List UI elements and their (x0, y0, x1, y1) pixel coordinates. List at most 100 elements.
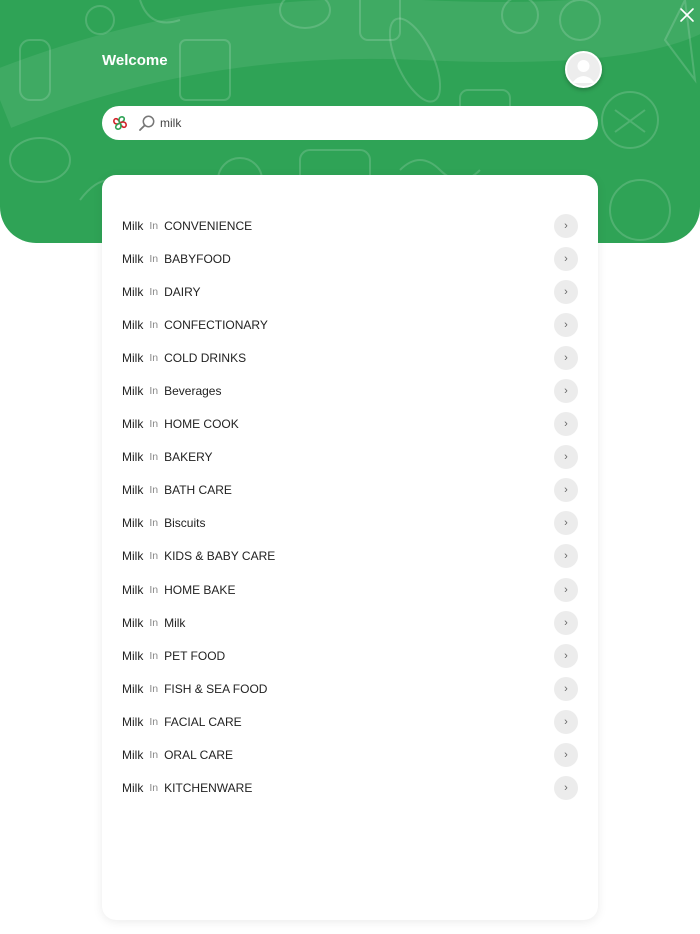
suggestion-item[interactable]: Milk In KIDS & BABY CARE › (102, 540, 598, 573)
suggestion-term: Milk (122, 615, 144, 630)
chevron-right-icon[interactable]: › (554, 544, 578, 569)
suggestion-term: Milk (122, 582, 144, 597)
suggestion-term: Milk (122, 549, 144, 564)
suggestion-term: Milk (122, 450, 144, 465)
suggestion-term: Milk (122, 284, 144, 299)
close-icon (680, 8, 694, 22)
suggestion-term: Milk (122, 714, 144, 729)
suggestion-item[interactable]: Milk In Milk › (102, 606, 598, 639)
suggestion-item[interactable]: Milk In BABYFOOD › (102, 242, 598, 275)
chevron-right-icon[interactable]: › (554, 445, 578, 470)
suggestion-term: Milk (122, 483, 144, 498)
suggestions-panel: Milk In CONVENIENCE › Milk In BABYFOOD › Milk In D… (102, 175, 598, 920)
suggestion-connector: In (149, 385, 159, 398)
suggestion-item[interactable]: Milk In Biscuits › (102, 507, 598, 540)
suggestion-connector: In (149, 252, 159, 265)
chevron-right-icon[interactable]: › (554, 246, 578, 271)
chevron-right-icon[interactable]: › (554, 577, 578, 602)
chevron-right-icon[interactable]: › (554, 676, 578, 701)
suggestion-category: FACIAL CARE (164, 714, 242, 729)
suggestion-item[interactable]: Milk In FISH & SEA FOOD › (102, 672, 598, 705)
suggestion-connector: In (149, 550, 159, 563)
suggestion-connector: In (149, 451, 159, 464)
suggestion-category: Beverages (164, 384, 222, 399)
suggestion-connector: In (149, 682, 159, 695)
suggestion-term: Milk (122, 384, 144, 399)
suggestion-term: Milk (122, 681, 144, 696)
suggestion-connector: In (149, 616, 159, 629)
suggestion-term: Milk (122, 218, 144, 233)
suggestion-category: BABYFOOD (164, 251, 231, 266)
suggestion-category: ORAL CARE (164, 748, 233, 763)
welcome-title: Welcome (102, 52, 168, 69)
suggestion-category: HOME BAKE (164, 582, 236, 597)
suggestion-connector: In (149, 715, 159, 728)
suggestion-term: Milk (122, 748, 144, 763)
suggestion-item[interactable]: Milk In DAIRY › (102, 275, 598, 308)
suggestion-item[interactable]: Milk In BAKERY › (102, 441, 598, 474)
suggestion-term: Milk (122, 417, 144, 432)
suggestion-category: COLD DRINKS (164, 350, 247, 365)
suggestion-category: Milk (164, 615, 186, 630)
suggestion-connector: In (149, 285, 159, 298)
chevron-right-icon[interactable]: › (554, 776, 578, 801)
suggestion-item[interactable]: Milk In HOME COOK › (102, 408, 598, 441)
close-button[interactable] (676, 4, 698, 26)
suggestion-category: KIDS & BABY CARE (164, 549, 276, 564)
chevron-right-icon[interactable]: › (554, 610, 578, 635)
chevron-right-icon[interactable]: › (554, 213, 578, 238)
suggestion-connector: In (149, 517, 159, 530)
suggestion-item[interactable]: Milk In PET FOOD › (102, 639, 598, 672)
suggestion-category: CONVENIENCE (164, 218, 253, 233)
suggestion-connector: In (149, 649, 159, 662)
suggestion-connector: In (149, 418, 159, 431)
suggestion-connector: In (149, 318, 159, 331)
suggestion-category: BAKERY (164, 450, 213, 465)
suggestion-list: Milk In CONVENIENCE › Milk In BABYFOOD › Milk In D… (102, 209, 598, 805)
suggestion-connector: In (149, 351, 159, 364)
suggestion-term: Milk (122, 516, 144, 531)
suggestion-item[interactable]: Milk In KITCHENWARE › (102, 772, 598, 805)
suggestion-term: Milk (122, 781, 144, 796)
suggestion-item[interactable]: Milk In FACIAL CARE › (102, 705, 598, 738)
suggestion-connector: In (149, 749, 159, 762)
chevron-right-icon[interactable]: › (554, 511, 578, 536)
chevron-right-icon[interactable]: › (554, 743, 578, 768)
chevron-right-icon[interactable]: › (554, 643, 578, 668)
user-avatar-icon (572, 60, 595, 83)
chevron-right-icon[interactable]: › (554, 312, 578, 337)
suggestion-item[interactable]: Milk In ORAL CARE › (102, 739, 598, 772)
suggestion-item[interactable]: Milk In CONFECTIONARY › (102, 308, 598, 341)
suggestion-category: DAIRY (164, 284, 201, 299)
user-avatar[interactable] (565, 51, 602, 88)
suggestion-item[interactable]: Milk In Beverages › (102, 374, 598, 407)
suggestion-category: HOME COOK (164, 417, 239, 432)
suggestion-connector: In (149, 219, 159, 232)
suggestion-category: CONFECTIONARY (164, 317, 268, 332)
chevron-right-icon[interactable]: › (554, 412, 578, 437)
suggestion-category: Biscuits (164, 516, 206, 531)
suggestion-item[interactable]: Milk In BATH CARE › (102, 474, 598, 507)
suggestion-category: KITCHENWARE (164, 781, 253, 796)
suggestion-category: FISH & SEA FOOD (164, 681, 268, 696)
suggestion-category: PET FOOD (164, 648, 226, 663)
chevron-right-icon[interactable]: › (554, 279, 578, 304)
search-bar[interactable] (102, 106, 598, 140)
search-input[interactable] (160, 116, 580, 130)
search-icon (139, 115, 155, 131)
chevron-right-icon[interactable]: › (554, 478, 578, 503)
suggestion-item[interactable]: Milk In COLD DRINKS › (102, 341, 598, 374)
suggestion-term: Milk (122, 648, 144, 663)
store-logo (113, 116, 127, 130)
suggestion-connector: In (149, 583, 159, 596)
suggestion-term: Milk (122, 350, 144, 365)
suggestion-item[interactable]: Milk In CONVENIENCE › (102, 209, 598, 242)
suggestion-connector: In (149, 484, 159, 497)
suggestion-term: Milk (122, 317, 144, 332)
chevron-right-icon[interactable]: › (554, 379, 578, 404)
suggestion-category: BATH CARE (164, 483, 232, 498)
chevron-right-icon[interactable]: › (554, 345, 578, 370)
suggestion-item[interactable]: Milk In HOME BAKE › (102, 573, 598, 606)
suggestion-term: Milk (122, 251, 144, 266)
chevron-right-icon[interactable]: › (554, 709, 578, 734)
